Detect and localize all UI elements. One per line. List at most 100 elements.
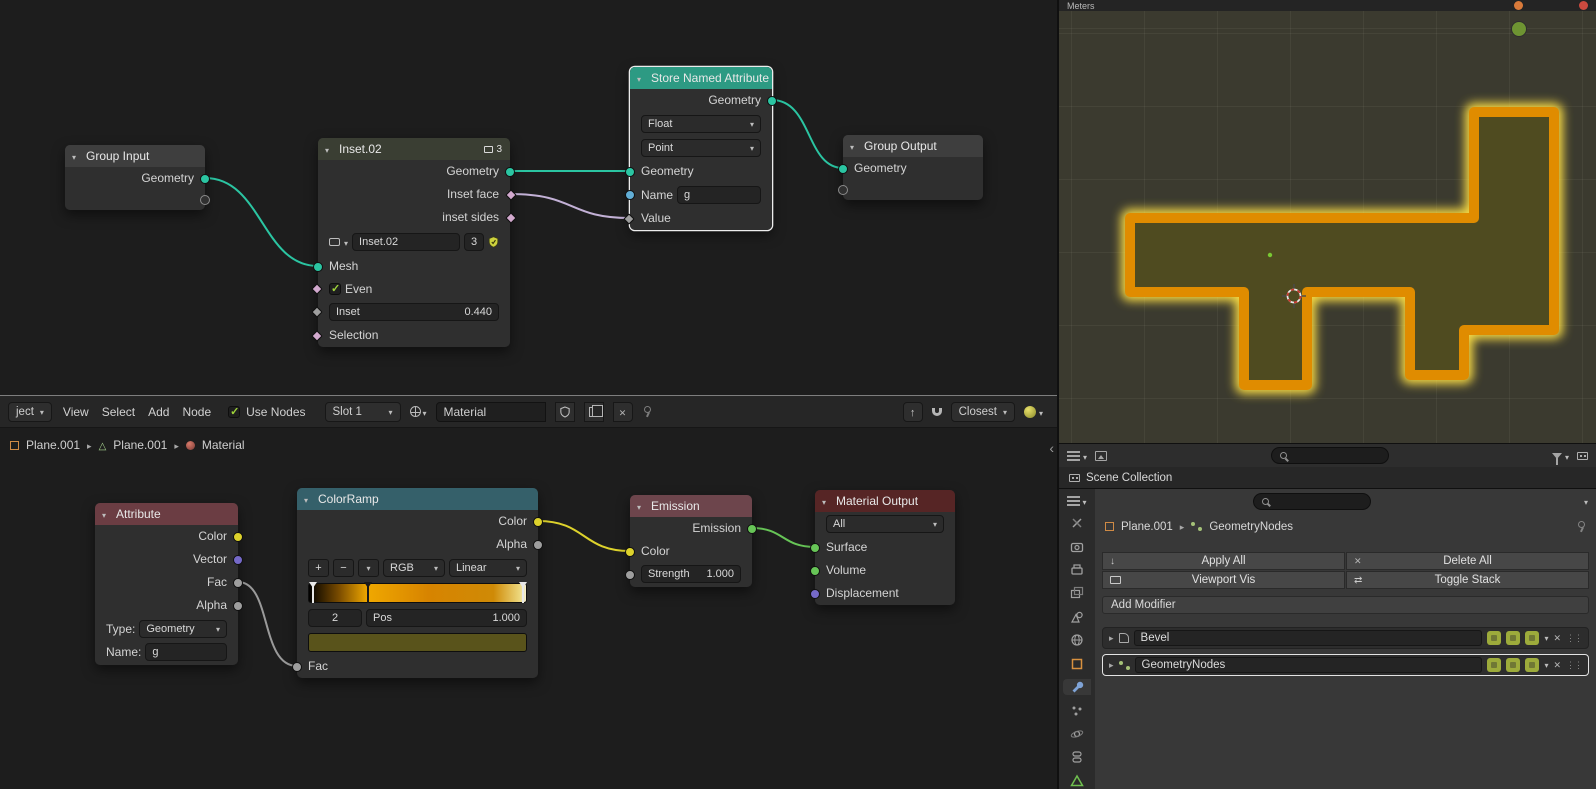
emissive-plane-object[interactable] xyxy=(1130,112,1554,385)
menu-add[interactable]: Add xyxy=(146,405,171,419)
surface-input-socket[interactable] xyxy=(810,543,820,553)
path-mesh-name[interactable]: Plane.001 xyxy=(113,438,167,452)
modifier-extras-dropdown[interactable] xyxy=(1544,659,1548,671)
editor-type-dropdown[interactable] xyxy=(1067,449,1087,463)
tab-world[interactable] xyxy=(1063,632,1091,648)
color-input-socket[interactable] xyxy=(625,547,635,557)
copy-material-button[interactable] xyxy=(584,402,604,422)
modifier-render-toggle[interactable] xyxy=(1525,658,1539,672)
tab-render[interactable] xyxy=(1063,538,1091,554)
modifier-render-toggle[interactable] xyxy=(1525,631,1539,645)
drag-handle-icon[interactable] xyxy=(1566,632,1582,644)
collapse-chevron-icon[interactable] xyxy=(637,499,641,513)
modifier-name-field[interactable]: Bevel xyxy=(1134,630,1483,646)
menu-node[interactable]: Node xyxy=(180,405,213,419)
modifier-row-bevel[interactable]: Bevel xyxy=(1102,627,1589,649)
stop-position-slider[interactable]: Pos 1.000 xyxy=(366,609,527,627)
tab-object-data[interactable] xyxy=(1063,773,1091,789)
node-emission[interactable]: Emission Emission Color Strength 1.000 xyxy=(630,495,752,587)
nodegroup-name-field[interactable]: Inset.02 xyxy=(352,233,460,251)
node-colorramp-header[interactable]: ColorRamp xyxy=(297,488,538,510)
displacement-input-socket[interactable] xyxy=(810,589,820,599)
node-group-input[interactable]: Group Input Geometry xyxy=(65,145,205,210)
strength-input-socket[interactable] xyxy=(625,570,635,580)
add-stop-button[interactable] xyxy=(308,559,329,577)
add-modifier-dropdown[interactable]: Add Modifier xyxy=(1102,596,1589,614)
options-chevron-icon[interactable] xyxy=(1584,494,1588,508)
nav-gizmo-axis-ball[interactable] xyxy=(1512,22,1527,37)
attribute-name-field[interactable]: g xyxy=(145,643,227,661)
collapse-chevron-icon[interactable] xyxy=(72,149,76,163)
unlink-material-button[interactable] xyxy=(613,402,633,422)
tab-object[interactable] xyxy=(1063,656,1091,672)
browse-material-icon[interactable] xyxy=(410,406,421,417)
path-object-name[interactable]: Plane.001 xyxy=(26,438,80,452)
ramp-handle-2[interactable] xyxy=(518,583,528,603)
modifier-delete-icon[interactable] xyxy=(1553,659,1561,671)
modifier-realtime-toggle[interactable] xyxy=(1506,658,1520,672)
close-icon[interactable] xyxy=(1579,1,1588,10)
color-output-socket[interactable] xyxy=(533,517,543,527)
tab-view-layer[interactable] xyxy=(1063,585,1091,601)
viewport-3d[interactable]: Meters xyxy=(1057,0,1596,443)
modifier-realtime-toggle[interactable] xyxy=(1506,631,1520,645)
modifier-extras-dropdown[interactable] xyxy=(1544,632,1548,644)
geometry-node-editor[interactable]: Group Input Geometry Inset.02 3 Geomet xyxy=(0,0,1057,395)
collapse-chevron-icon[interactable] xyxy=(822,494,826,508)
color-output-socket[interactable] xyxy=(233,532,243,542)
modifier-editmode-toggle[interactable] xyxy=(1487,658,1501,672)
fac-output-socket[interactable] xyxy=(233,578,243,588)
color-ramp-gradient[interactable] xyxy=(308,583,527,603)
node-colorramp[interactable]: ColorRamp Color Alpha RGB Linear xyxy=(297,488,538,678)
name-input-socket[interactable] xyxy=(625,190,635,200)
pin-icon[interactable] xyxy=(642,406,652,418)
menu-view[interactable]: View xyxy=(61,405,91,419)
apply-all-button[interactable]: Apply All xyxy=(1102,552,1345,570)
collapse-chevron-icon[interactable] xyxy=(304,492,308,506)
tab-output[interactable] xyxy=(1063,562,1091,578)
outliner-search-input[interactable] xyxy=(1271,447,1389,464)
outliner-scene-collection-row[interactable]: Scene Collection xyxy=(1059,467,1596,488)
geometry-output-socket[interactable] xyxy=(505,167,515,177)
tab-tool[interactable] xyxy=(1063,515,1091,531)
expand-chevron-icon[interactable] xyxy=(1109,632,1114,644)
path-material-name[interactable]: Material xyxy=(202,438,245,452)
modifier-editmode-toggle[interactable] xyxy=(1487,631,1501,645)
vector-output-socket[interactable] xyxy=(233,555,243,565)
use-nodes-checkbox[interactable] xyxy=(228,406,240,418)
tab-modifiers[interactable] xyxy=(1063,679,1091,695)
tab-constraints[interactable] xyxy=(1063,749,1091,765)
ramp-options-dropdown[interactable] xyxy=(358,559,379,577)
breadcrumb-object[interactable]: Plane.001 xyxy=(1121,521,1173,533)
shading-sphere-icon[interactable] xyxy=(1024,406,1036,418)
attribute-type-dropdown[interactable]: Geometry xyxy=(139,620,227,638)
even-checkbox[interactable] xyxy=(329,283,341,295)
modifier-delete-icon[interactable] xyxy=(1553,632,1561,644)
modifier-name-field[interactable]: GeometryNodes xyxy=(1135,657,1483,673)
node-attribute-header[interactable]: Attribute xyxy=(95,503,238,525)
node-inset-02[interactable]: Inset.02 3 Geometry Inset face inset sid… xyxy=(318,138,510,347)
properties-search-input[interactable] xyxy=(1253,493,1371,510)
tab-physics[interactable] xyxy=(1063,726,1091,742)
filter-dropdown[interactable] xyxy=(1552,449,1569,463)
virtual-output-socket[interactable] xyxy=(200,195,210,205)
color-mode-dropdown[interactable]: RGB xyxy=(383,559,445,577)
ramp-handle-0[interactable] xyxy=(308,583,318,603)
browse-nodegroup-chevron[interactable] xyxy=(344,235,348,249)
shader-type-dropdown[interactable]: ject xyxy=(8,402,52,422)
geometry-output-socket[interactable] xyxy=(200,174,210,184)
chevron-down-icon[interactable] xyxy=(1039,405,1043,419)
parent-node-tree-button[interactable] xyxy=(903,402,923,422)
alpha-output-socket[interactable] xyxy=(533,540,543,550)
chevron-down-icon[interactable] xyxy=(423,405,427,419)
data-type-dropdown[interactable]: Float xyxy=(641,115,761,133)
node-group-input-header[interactable]: Group Input xyxy=(65,145,205,167)
viewport-vis-button[interactable]: Viewport Vis xyxy=(1102,571,1345,589)
collapse-chevron-icon[interactable] xyxy=(325,142,329,156)
active-stop-color-swatch[interactable] xyxy=(308,633,527,652)
new-collection-icon[interactable] xyxy=(1577,452,1588,460)
alpha-output-socket[interactable] xyxy=(233,601,243,611)
expand-chevron-icon[interactable] xyxy=(1109,659,1114,671)
domain-dropdown[interactable]: Point xyxy=(641,139,761,157)
geometry-input-socket[interactable] xyxy=(838,164,848,174)
